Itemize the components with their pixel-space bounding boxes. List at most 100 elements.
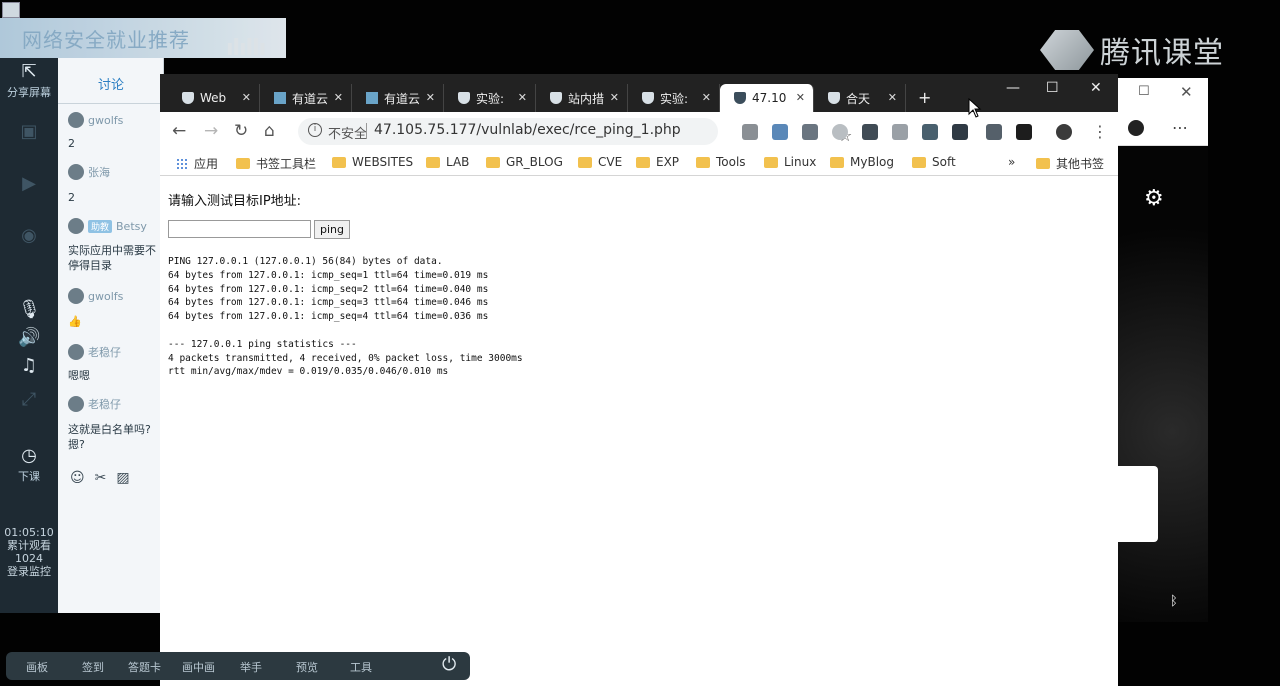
bookmark-folder[interactable]: LAB (426, 155, 469, 169)
power-icon[interactable]: ⏻ (442, 654, 456, 675)
image-icon[interactable]: ▨ (116, 470, 139, 486)
browser-tab[interactable]: 合天 ✕ (814, 84, 906, 112)
browser-tab[interactable]: 有道云 ✕ (352, 84, 444, 112)
php-extension-icon[interactable] (892, 124, 908, 140)
share-screen-button[interactable]: ⇱ 分享屏幕 (0, 62, 58, 100)
divider (366, 123, 367, 139)
bookmark-folder[interactable]: CVE (578, 155, 622, 169)
bookmark-folder[interactable]: GR_BLOG (486, 155, 563, 169)
bookmark-folder[interactable]: Tools (696, 155, 746, 169)
speaker-button[interactable]: 🔊 (0, 328, 58, 350)
browser-tab[interactable]: 站内措 ✕ (536, 84, 628, 112)
close-tab-icon[interactable]: ✕ (888, 91, 897, 104)
address-bar[interactable]: i 不安全 47.105.75.177/vulnlab/exec/rce_pin… (298, 118, 852, 145)
forward-icon[interactable]: → (204, 121, 218, 141)
h-extension-icon[interactable] (1016, 124, 1032, 140)
clock-icon: ◷ (21, 445, 37, 466)
side-card (1118, 466, 1158, 542)
promo-banner: 网络安全就业推荐 ılıllı (0, 18, 286, 61)
chat-message: 这就是白名单吗? 摁? (68, 423, 151, 451)
author-name: Betsy (116, 219, 147, 233)
profile-icon[interactable] (1128, 120, 1144, 136)
preview-button[interactable]: 预览 (296, 659, 318, 675)
raise-hand-button[interactable]: 举手 (240, 659, 262, 675)
close-icon[interactable]: ✕ (1180, 83, 1193, 101)
maximize-icon[interactable]: ☐ (1046, 80, 1059, 96)
tools-button[interactable]: 工具 (350, 659, 372, 675)
ping-button[interactable]: ping (314, 220, 350, 239)
bookmark-folder[interactable]: EXP (636, 155, 679, 169)
fullscreen-button[interactable]: ⤢ (0, 390, 58, 412)
bookmark-folder[interactable]: MyBlog (830, 155, 894, 169)
new-tab-icon[interactable]: + (918, 88, 931, 107)
chat-panel: 讨论 gwolfs 2 张海 2 助教 Betsy 实际应用中需要不停得目录 gw… (58, 58, 164, 613)
extension-icon[interactable] (802, 124, 818, 140)
browser-tab[interactable]: 实验: ✕ (444, 84, 536, 112)
ppt-button[interactable]: ▣ (0, 122, 58, 144)
browser-tab[interactable]: 实验: ✕ (628, 84, 720, 112)
scissors-icon[interactable]: ✂ (95, 470, 117, 486)
video-button[interactable]: ▶ (0, 174, 58, 196)
info-icon[interactable]: i (308, 123, 322, 137)
wifi-extension-icon[interactable] (986, 124, 1002, 140)
url-text[interactable]: 47.105.75.177/vulnlab/exec/rce_ping_1.ph… (374, 122, 681, 138)
role-badge: 助教 (88, 219, 113, 233)
tab-discussion[interactable]: 讨论 (58, 74, 164, 93)
close-tab-icon[interactable]: ✕ (702, 91, 711, 104)
close-tab-icon[interactable]: ✕ (518, 91, 527, 104)
home-icon[interactable]: ⌂ (264, 121, 275, 141)
gear-icon[interactable]: ⚙ (1144, 186, 1164, 211)
bookmarks-overflow[interactable]: » (1008, 155, 1015, 169)
bookmark-folder[interactable]: WEBSITES (332, 155, 413, 169)
whiteboard-button[interactable]: 画板 (26, 659, 48, 675)
bing-icon[interactable]: ᛒ (1170, 594, 1178, 609)
browser-tab[interactable]: 有道云 ✕ (260, 84, 352, 112)
bookmark-other[interactable]: 其他书签 (1036, 155, 1104, 172)
expand-icon: ⤢ (21, 389, 37, 410)
emoji-icon[interactable]: ☺ (70, 470, 95, 486)
extension-icon[interactable] (832, 124, 848, 140)
bookmark-folder[interactable]: Soft (912, 155, 956, 169)
bookmark-folder[interactable]: Linux (764, 155, 816, 169)
close-tab-icon[interactable]: ✕ (426, 91, 435, 104)
checkin-button[interactable]: 签到 (82, 659, 104, 675)
reload-icon[interactable]: ↻ (234, 121, 248, 141)
end-class-button[interactable]: ◷ 下课 (0, 446, 58, 484)
extension-icon[interactable] (922, 124, 938, 140)
extension-icon[interactable] (742, 124, 758, 140)
back-icon[interactable]: ← (172, 121, 186, 141)
profile-icon[interactable] (1056, 124, 1072, 140)
browser-tab-active[interactable]: 47.10 ✕ (720, 84, 814, 112)
mic-button[interactable]: 🎙 (0, 300, 58, 322)
screen: 网络安全就业推荐 ılıllı ⇱ 分享屏幕 ▣ ▶ ◉ 🎙 🔊 ♫ ⤢ ◷ 下… (0, 0, 1280, 686)
camera-button[interactable]: ◉ (0, 226, 58, 248)
author-name: gwolfs (88, 289, 124, 303)
browser-tab[interactable]: Web ✕ (168, 84, 260, 112)
extension-icon[interactable] (952, 124, 968, 140)
monitor-label: 登录监控 (7, 565, 51, 578)
folder-icon (696, 156, 710, 168)
close-tab-icon[interactable]: ✕ (334, 91, 343, 104)
music-button[interactable]: ♫ (0, 356, 58, 378)
folder-icon (912, 156, 926, 168)
extension-icon[interactable] (772, 124, 788, 140)
close-icon[interactable]: ✕ (1090, 80, 1102, 96)
close-tab-icon[interactable]: ✕ (796, 91, 805, 104)
ip-input[interactable] (168, 220, 311, 238)
more-icon[interactable]: ⋯ (1172, 118, 1188, 137)
maximize-icon[interactable]: ☐ (1138, 84, 1150, 99)
side-window-body: ⚙ ᛒ (1118, 146, 1208, 622)
bookmark-label: 应用 (194, 157, 219, 171)
answer-card-button[interactable]: 答题卡 (128, 659, 161, 675)
bookmark-folder[interactable]: 书签工具栏 (236, 155, 316, 172)
minimize-icon[interactable]: — (1006, 80, 1020, 96)
side-window: ☐ ✕ ⋯ ⚙ ᛒ (1118, 78, 1208, 622)
close-tab-icon[interactable]: ✕ (242, 91, 251, 104)
music-icon: ♫ (20, 355, 38, 376)
extension-icon[interactable] (862, 124, 878, 140)
bookmark-apps[interactable]: 应用 (176, 155, 218, 172)
speaker-icon: 🔊 (18, 327, 41, 348)
menu-icon[interactable]: ⋮ (1092, 122, 1108, 141)
close-tab-icon[interactable]: ✕ (610, 91, 619, 104)
pip-button[interactable]: 画中画 (182, 659, 215, 675)
